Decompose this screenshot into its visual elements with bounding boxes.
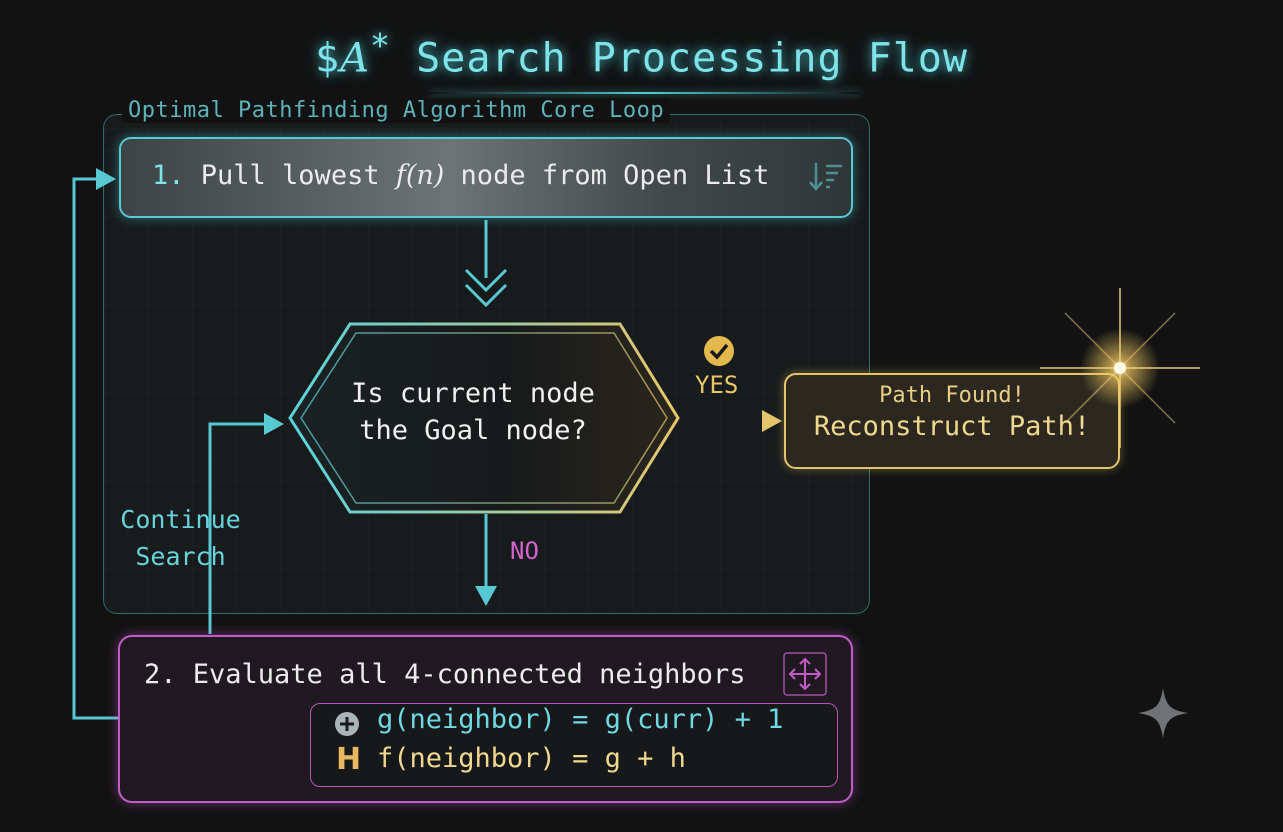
no-arrowhead <box>475 586 497 606</box>
decision-label: Is current node the Goal node? <box>318 375 628 449</box>
outer-loop-connector <box>72 177 118 720</box>
sparkle-icon <box>1040 288 1200 448</box>
continue-line1: Continue <box>120 505 241 534</box>
continue-search-label: Continue Search <box>108 501 253 575</box>
g-formula: g(neighbor) = g(curr) + 1 <box>377 704 784 735</box>
continue-line2: Search <box>135 542 226 571</box>
plus-circle-icon <box>335 712 359 736</box>
heuristic-h-icon: H <box>336 742 362 777</box>
check-circle-icon <box>704 336 734 366</box>
outer-loop-arrowhead <box>96 168 116 190</box>
yes-label: YES <box>695 371 739 399</box>
decision-line1: Is current node <box>351 378 595 409</box>
yes-arrowhead <box>762 410 782 432</box>
step2-label: 2. Evaluate all 4-connected neighbors <box>144 659 746 690</box>
f-formula: f(neighbor) = g + h <box>377 743 686 774</box>
decision-line2: the Goal node? <box>359 415 587 446</box>
no-label: NO <box>510 537 539 565</box>
move-arrows-icon <box>783 652 827 696</box>
continue-arrowhead <box>264 413 284 435</box>
four-point-star-icon <box>1138 688 1188 738</box>
